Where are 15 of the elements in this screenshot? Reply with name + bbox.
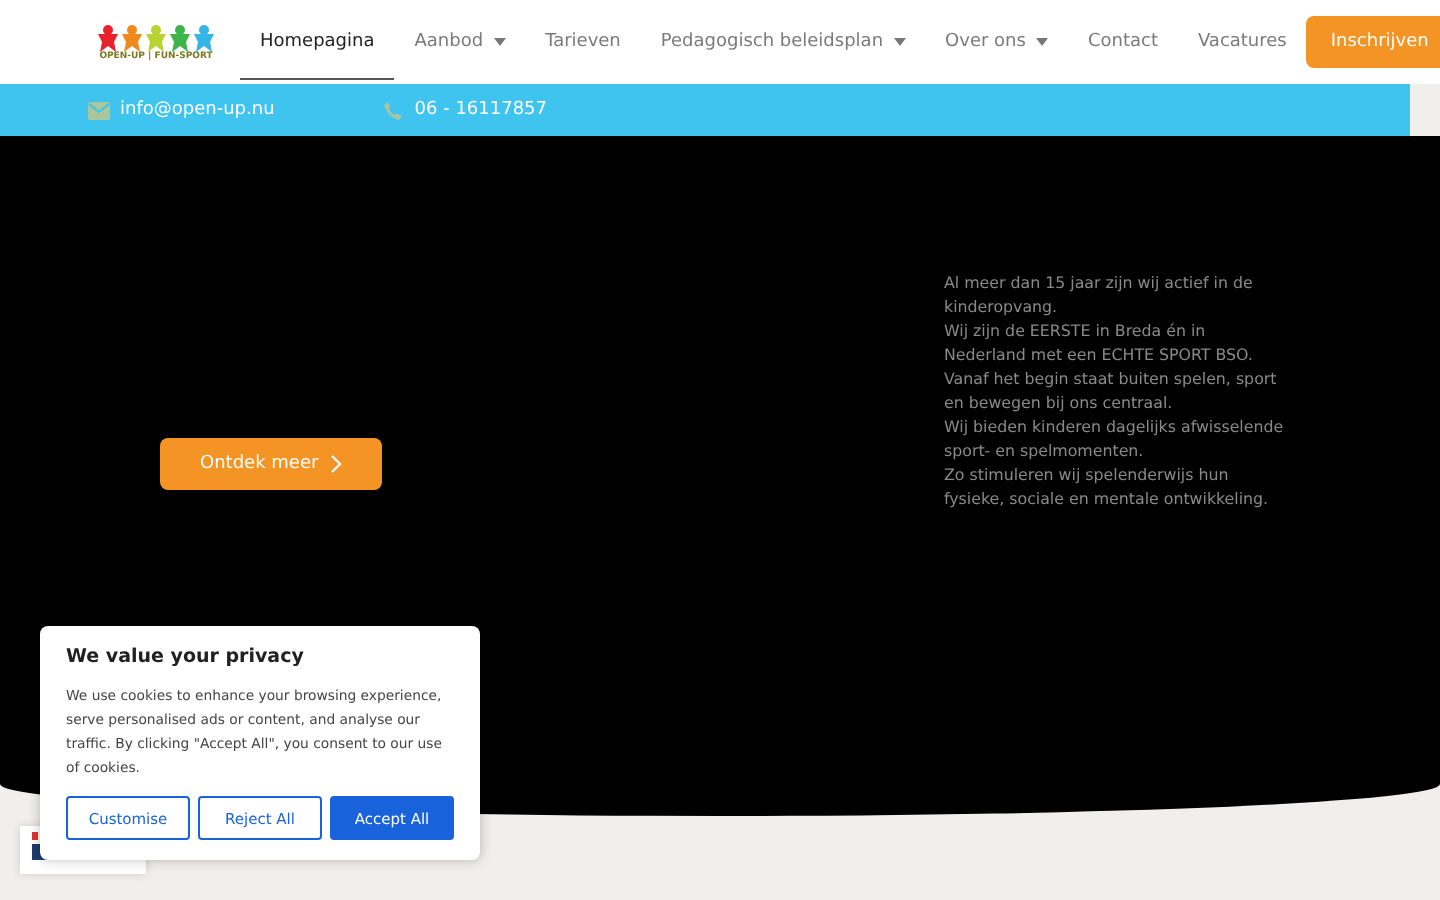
signup-button[interactable]: Inschrijven [1306, 16, 1440, 68]
phone-icon [382, 101, 405, 119]
chevron-icon [330, 454, 343, 474]
nav-link[interactable]: Vacatures [1177, 5, 1307, 79]
envelope-icon [88, 101, 110, 119]
nav-link[interactable]: Tarieven [525, 5, 641, 79]
nav-link[interactable]: Homepagina [240, 5, 395, 79]
logo-icon [96, 23, 216, 51]
nav-link[interactable]: Pedagogisch beleidsplan [640, 5, 926, 79]
nav-link[interactable]: Contact [1067, 5, 1178, 79]
phone-number: 06 - 16117857 [414, 100, 548, 120]
nav-link[interactable]: Aanbod [394, 5, 526, 79]
nav-link[interactable]: Over ons [925, 5, 1068, 79]
discover-button[interactable]: Ontdek meer [160, 438, 383, 490]
cookie-title: We value your privacy [66, 646, 306, 668]
